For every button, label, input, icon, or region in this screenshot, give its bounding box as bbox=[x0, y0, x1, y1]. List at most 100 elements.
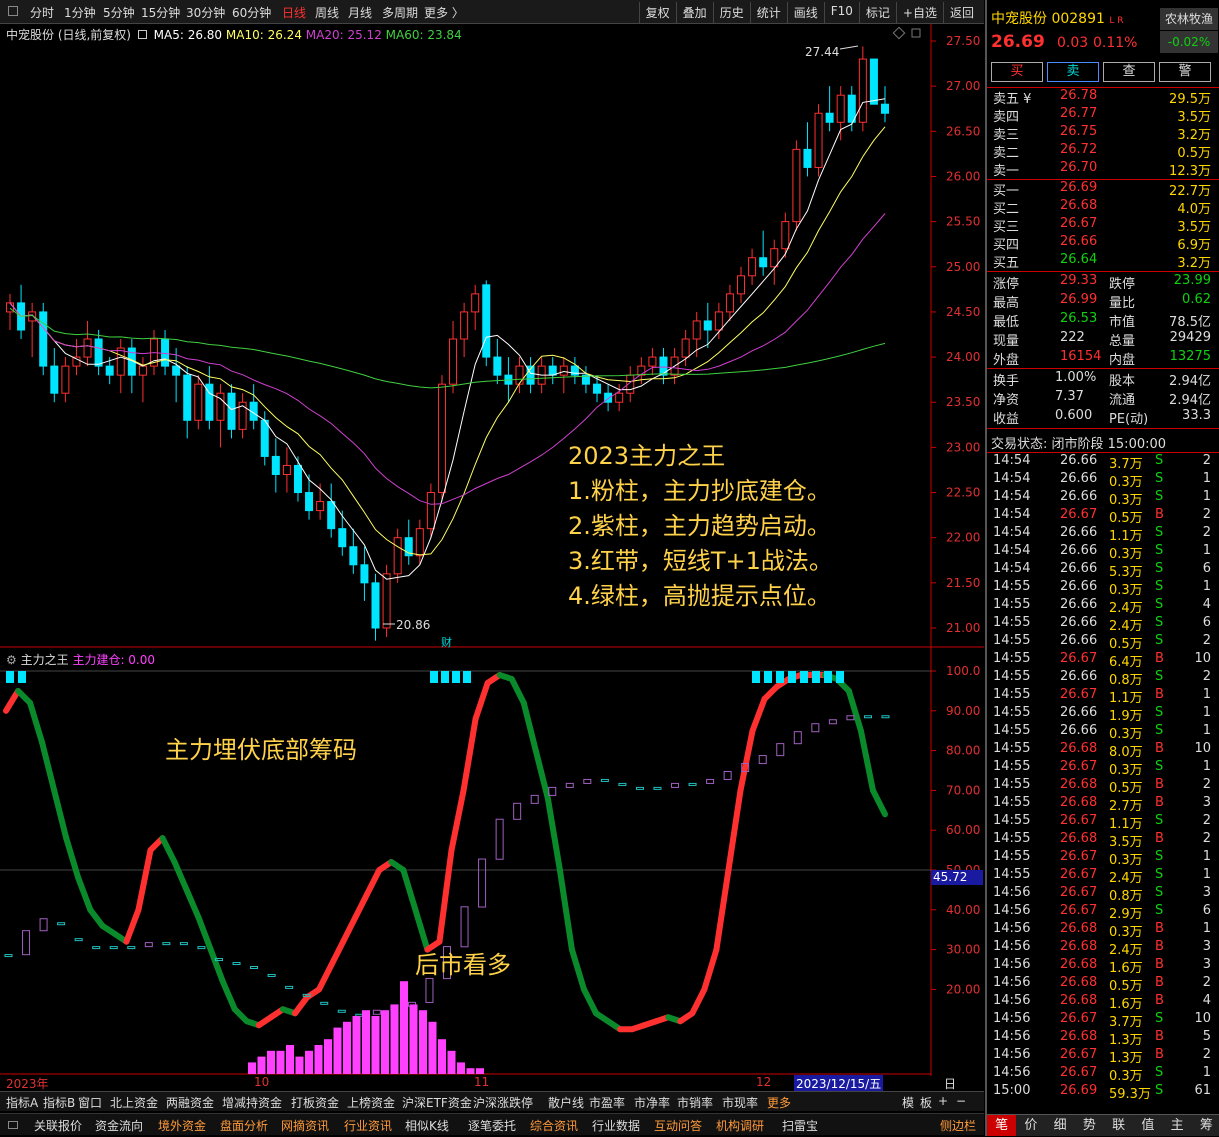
indicator-tab-5[interactable]: 增减持资金 bbox=[222, 1094, 282, 1111]
period-3[interactable]: 15分钟 bbox=[141, 4, 180, 21]
trade-btn-3[interactable]: 警 bbox=[1159, 62, 1211, 82]
chart-area[interactable]: 27.50 27.00 26.50 26.00 25.50 25.00 24.50 24.00… bbox=[0, 24, 984, 1076]
toolbar-btn-6[interactable]: 标记 bbox=[858, 2, 896, 23]
candle-body[interactable] bbox=[825, 112, 834, 123]
panel-icon[interactable] bbox=[8, 1121, 18, 1129]
candle-body[interactable] bbox=[426, 492, 435, 530]
candle-body[interactable] bbox=[138, 365, 147, 376]
indicator-tab-8[interactable]: 沪深ETF资金 bbox=[402, 1094, 472, 1111]
candle-body[interactable] bbox=[194, 383, 203, 421]
toolbar-btn-8[interactable]: 返回 bbox=[942, 2, 980, 23]
candle-body[interactable] bbox=[703, 320, 712, 331]
candle-body[interactable] bbox=[471, 293, 480, 313]
candle-body[interactable] bbox=[316, 501, 325, 512]
info-tab-9[interactable]: 行业数据 bbox=[592, 1117, 640, 1134]
trade-btn-0[interactable]: 买 bbox=[991, 62, 1043, 82]
candle-body[interactable] bbox=[881, 103, 889, 114]
period-9[interactable]: 多周期 bbox=[382, 4, 418, 21]
candle-body[interactable] bbox=[725, 293, 734, 313]
candle-body[interactable] bbox=[293, 464, 302, 494]
period-6[interactable]: 日线 bbox=[282, 4, 306, 21]
candle-body[interactable] bbox=[349, 546, 358, 566]
indicator-tab-12[interactable]: 市净率 bbox=[634, 1094, 670, 1111]
candle-body[interactable] bbox=[161, 338, 170, 367]
indicator-tab-14[interactable]: 市现率 bbox=[722, 1094, 758, 1111]
indicator-tab-11[interactable]: 市盈率 bbox=[589, 1094, 625, 1111]
trade-btn-2[interactable]: 查 bbox=[1103, 62, 1155, 82]
candle-body[interactable] bbox=[282, 464, 291, 475]
toolbar-btn-1[interactable]: 叠加 bbox=[675, 2, 713, 23]
info-tab-3[interactable]: 盘面分析 bbox=[220, 1117, 268, 1134]
candle-body[interactable] bbox=[382, 573, 391, 629]
candle-body[interactable] bbox=[515, 365, 524, 385]
indicator-name[interactable]: 主力之王 bbox=[21, 653, 69, 667]
candle-body[interactable] bbox=[460, 311, 469, 340]
panel-tab-3[interactable]: 势 bbox=[1075, 1115, 1104, 1136]
candle-body[interactable] bbox=[338, 528, 347, 548]
candle-body[interactable] bbox=[493, 356, 502, 376]
candle-body[interactable] bbox=[692, 320, 701, 340]
info-tab-11[interactable]: 机构调研 bbox=[716, 1117, 764, 1134]
candle-body[interactable] bbox=[748, 257, 757, 277]
candle-body[interactable] bbox=[393, 537, 402, 575]
candle-body[interactable] bbox=[659, 356, 668, 376]
candle-body[interactable] bbox=[648, 356, 657, 367]
indicator-tab-15[interactable]: 更多 bbox=[767, 1094, 791, 1111]
candle-body[interactable] bbox=[847, 94, 856, 123]
panel-tab-1[interactable]: 价 bbox=[1016, 1115, 1045, 1136]
candle-body[interactable] bbox=[50, 365, 59, 394]
panel-tab-7[interactable]: 筹 bbox=[1192, 1115, 1219, 1136]
info-tab-5[interactable]: 行业资讯 bbox=[344, 1117, 392, 1134]
candle-body[interactable] bbox=[271, 455, 280, 475]
indicator-tab-10[interactable]: 散户线 bbox=[548, 1094, 584, 1111]
indicator-tab-4[interactable]: 两融资金 bbox=[166, 1094, 214, 1111]
candle-body[interactable] bbox=[781, 221, 790, 250]
candle-body[interactable] bbox=[681, 338, 690, 358]
candle-body[interactable] bbox=[869, 58, 878, 105]
candle-body[interactable] bbox=[615, 392, 624, 403]
toolbar-btn-2[interactable]: 历史 bbox=[712, 2, 750, 23]
candle-body[interactable] bbox=[858, 58, 867, 123]
panel-tab-2[interactable]: 细 bbox=[1046, 1115, 1075, 1136]
toolbar-btn-3[interactable]: 统计 bbox=[749, 2, 787, 23]
info-tab-2[interactable]: 境外资金 bbox=[158, 1117, 206, 1134]
candle-body[interactable] bbox=[94, 338, 103, 367]
candle-body[interactable] bbox=[759, 257, 768, 268]
candle-body[interactable] bbox=[482, 284, 491, 358]
indicator-tab-7[interactable]: 上榜资金 bbox=[347, 1094, 395, 1111]
candle-body[interactable] bbox=[260, 419, 269, 457]
trade-btn-1[interactable]: 卖 bbox=[1047, 62, 1099, 82]
info-tab-12[interactable]: 扫雷宝 bbox=[782, 1117, 818, 1134]
fin-marker[interactable]: 财 bbox=[441, 634, 452, 650]
indicator-tab-13[interactable]: 市销率 bbox=[677, 1094, 713, 1111]
candle-body[interactable] bbox=[360, 564, 369, 584]
candle-body[interactable] bbox=[559, 365, 568, 376]
sector-button[interactable]: 农林牧渔 bbox=[1160, 8, 1218, 30]
indicator-ctrl-3[interactable]: − bbox=[956, 1094, 966, 1108]
candle-body[interactable] bbox=[792, 148, 801, 223]
info-tab-8[interactable]: 综合资讯 bbox=[530, 1117, 578, 1134]
candle-body[interactable] bbox=[437, 383, 446, 494]
candle-body[interactable] bbox=[327, 501, 336, 530]
indicator-tab-0[interactable]: 指标A bbox=[6, 1094, 38, 1111]
diamond-icon[interactable] bbox=[892, 26, 906, 40]
indicator-ctrl-1[interactable]: 板 bbox=[920, 1094, 932, 1111]
info-tab-4[interactable]: 网摘资讯 bbox=[281, 1117, 329, 1134]
candle-body[interactable] bbox=[39, 311, 48, 367]
toolbar-btn-5[interactable]: F10 bbox=[823, 2, 859, 23]
toolbar-btn-0[interactable]: 复权 bbox=[638, 2, 676, 23]
period-4[interactable]: 30分钟 bbox=[186, 4, 225, 21]
candle-body[interactable] bbox=[770, 248, 779, 268]
candle-body[interactable] bbox=[737, 275, 746, 295]
candle-body[interactable] bbox=[116, 347, 125, 376]
period-7[interactable]: 周线 bbox=[315, 4, 339, 21]
info-tab-0[interactable]: 关联报价 bbox=[34, 1117, 82, 1134]
candle-body[interactable] bbox=[714, 311, 723, 331]
info-tab-10[interactable]: 互动问答 bbox=[654, 1117, 702, 1134]
candle-body[interactable] bbox=[28, 311, 37, 322]
candle-body[interactable] bbox=[183, 374, 192, 421]
indicator-tab-3[interactable]: 北上资金 bbox=[110, 1094, 158, 1111]
candle-body[interactable] bbox=[803, 148, 812, 168]
period-1[interactable]: 1分钟 bbox=[64, 4, 96, 21]
panel-tab-0[interactable]: 笔 bbox=[987, 1115, 1017, 1136]
